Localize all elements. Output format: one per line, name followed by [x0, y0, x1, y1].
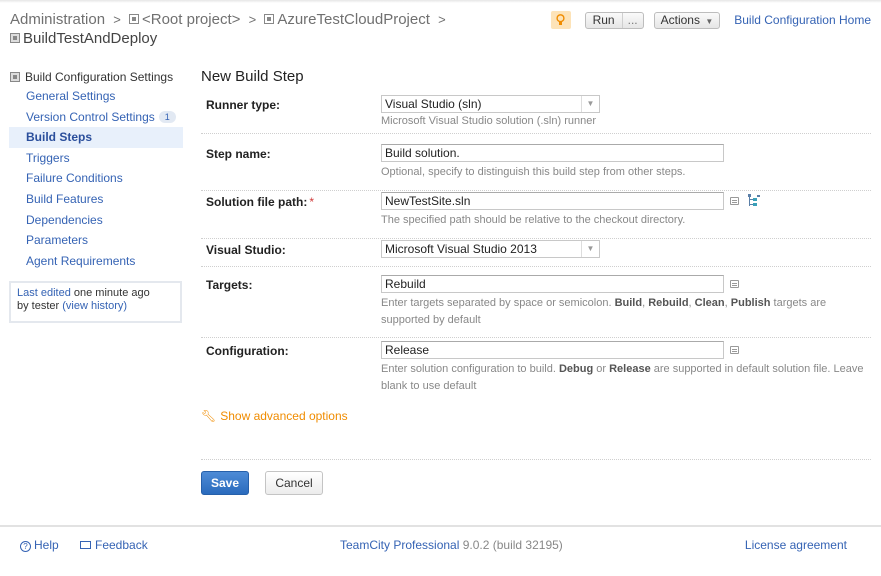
targets-hint: Enter targets separated by space or semi…	[381, 297, 827, 326]
breadcrumb-administration[interactable]: Administration	[10, 11, 105, 28]
run-custom-button[interactable]: ...	[621, 12, 643, 28]
product-link[interactable]: TeamCity Professional	[340, 538, 459, 552]
visual-studio-label: Visual Studio:	[206, 243, 286, 257]
build-step-form: New Build Step Runner type: Visual Studi…	[201, 68, 881, 495]
solution-path-label: Solution file path: *	[206, 195, 314, 209]
text-editor-icon[interactable]	[730, 346, 739, 354]
build-config-title: BuildTestAndDeploy	[10, 30, 157, 48]
view-history-link[interactable]: (view history)	[62, 300, 127, 312]
chevron-down-icon: ▼	[581, 241, 599, 257]
build-configuration-home-link[interactable]: Build Configuration Home	[734, 13, 871, 27]
sidebar-item-label: Version Control Settings	[26, 109, 155, 124]
breadcrumb-azure-project[interactable]: AzureTestCloudProject	[277, 11, 430, 28]
license-agreement-link[interactable]: License agreement	[745, 538, 847, 552]
configuration-hint: Enter solution configuration to build. D…	[381, 363, 864, 392]
top-border	[0, 0, 881, 3]
save-button[interactable]: Save	[201, 471, 249, 495]
runner-type-row: Runner type: Visual Studio (sln) ▼ Micro…	[201, 95, 871, 134]
sidebar-item-failure-conditions[interactable]: Failure Conditions	[0, 168, 183, 189]
build-configuration-icon	[10, 33, 20, 43]
project-icon	[264, 14, 275, 24]
visual-studio-select[interactable]: Microsoft Visual Studio 2013 ▼	[381, 240, 600, 258]
required-mark: *	[309, 195, 314, 209]
advanced-options-label: Show advanced options	[220, 409, 348, 423]
sidebar-item-dependencies[interactable]: Dependencies	[0, 210, 183, 231]
sidebar-item-build-steps[interactable]: Build Steps	[9, 127, 183, 148]
sidebar-title-label: Build Configuration Settings	[25, 70, 174, 84]
sidebar-title: Build Configuration Settings	[0, 68, 183, 86]
run-button[interactable]: Run	[586, 13, 622, 28]
help-label: Help	[34, 538, 59, 552]
solution-path-input[interactable]	[381, 192, 724, 210]
product-version: TeamCity Professional 9.0.2 (build 32195…	[340, 538, 563, 552]
configuration-label: Configuration:	[206, 344, 289, 358]
sidebar-item-version-control-settings[interactable]: Version Control Settings 1	[0, 107, 183, 128]
actions-label: Actions	[660, 12, 700, 27]
project-icon	[128, 14, 139, 24]
step-name-row: Step name: Optional, specify to distingu…	[201, 144, 871, 191]
sidebar-item-build-features[interactable]: Build Features	[0, 189, 183, 210]
feedback-label: Feedback	[95, 538, 148, 552]
text-editor-icon[interactable]	[730, 197, 739, 205]
text-editor-icon[interactable]	[730, 280, 739, 288]
configuration-input[interactable]	[381, 341, 724, 359]
breadcrumb: Administration > <Root project> > AzureT…	[10, 11, 450, 29]
breadcrumb-separator: >	[113, 12, 121, 27]
show-advanced-options-link[interactable]: 🔧︎ Show advanced options	[201, 409, 348, 423]
runner-type-select[interactable]: Visual Studio (sln) ▼	[381, 95, 600, 113]
lightbulb-icon[interactable]	[550, 11, 571, 29]
run-button-group: Run ...	[584, 11, 644, 29]
actions-dropdown[interactable]: Actions ▼	[653, 11, 721, 29]
runner-type-value: Visual Studio (sln)	[385, 97, 482, 111]
build-config-name[interactable]: BuildTestAndDeploy	[23, 30, 157, 47]
runner-type-label: Runner type:	[206, 98, 281, 112]
sidebar-item-triggers[interactable]: Triggers	[0, 148, 183, 169]
help-icon: ?	[20, 541, 31, 552]
targets-row: Targets: Enter targets separated by spac…	[201, 275, 871, 338]
chevron-down-icon: ▼	[705, 16, 714, 26]
configuration-row: Configuration: Enter solution configurat…	[201, 341, 871, 404]
sidebar-item-agent-requirements[interactable]: Agent Requirements	[0, 251, 183, 272]
last-edited-box: Last edited one minute ago by tester (vi…	[9, 281, 182, 323]
page-title: New Build Step	[201, 68, 304, 85]
build-configuration-icon	[10, 72, 20, 82]
sidebar: Build Configuration Settings General Set…	[0, 68, 183, 271]
help-link[interactable]: ? Help	[20, 538, 59, 552]
visual-studio-value: Microsoft Visual Studio 2013	[385, 242, 537, 256]
count-badge: 1	[158, 110, 176, 123]
targets-input[interactable]	[381, 275, 724, 293]
last-edited-link[interactable]: Last edited	[17, 287, 71, 299]
vcs-tree-icon[interactable]	[748, 194, 760, 207]
last-edited-by: by tester	[17, 300, 63, 312]
solution-path-row: Solution file path:* The specified path …	[201, 192, 871, 239]
form-buttons: Save Cancel	[201, 459, 871, 495]
breadcrumb-root-project[interactable]: <Root project>	[142, 11, 240, 28]
step-name-label: Step name:	[206, 147, 271, 161]
version-text: 9.0.2 (build 32195)	[459, 538, 563, 552]
sidebar-item-general-settings[interactable]: General Settings	[0, 86, 183, 107]
header-actions: Run ... Actions ▼ Build Configuration Ho…	[550, 11, 871, 29]
solution-path-hint: The specified path should be relative to…	[381, 214, 686, 226]
step-name-hint: Optional, specify to distinguish this bu…	[381, 166, 686, 178]
footer: ? Help Feedback TeamCity Professional 9.0…	[0, 525, 881, 576]
wrench-icon: 🔧︎	[201, 409, 217, 423]
breadcrumb-separator: >	[248, 12, 257, 27]
step-name-input[interactable]	[381, 144, 724, 162]
mail-icon	[80, 541, 91, 549]
targets-label: Targets:	[206, 278, 253, 292]
runner-type-hint: Microsoft Visual Studio solution (.sln) …	[381, 115, 597, 127]
breadcrumb-separator: >	[438, 12, 446, 27]
cancel-button[interactable]: Cancel	[265, 471, 323, 495]
sidebar-item-parameters[interactable]: Parameters	[0, 230, 183, 251]
last-edited-time: one minute ago	[70, 287, 150, 299]
visual-studio-row: Visual Studio: Microsoft Visual Studio 2…	[201, 240, 871, 267]
feedback-link[interactable]: Feedback	[80, 538, 148, 552]
chevron-down-icon: ▼	[581, 96, 599, 112]
solution-path-label-text: Solution file path:	[206, 195, 308, 209]
